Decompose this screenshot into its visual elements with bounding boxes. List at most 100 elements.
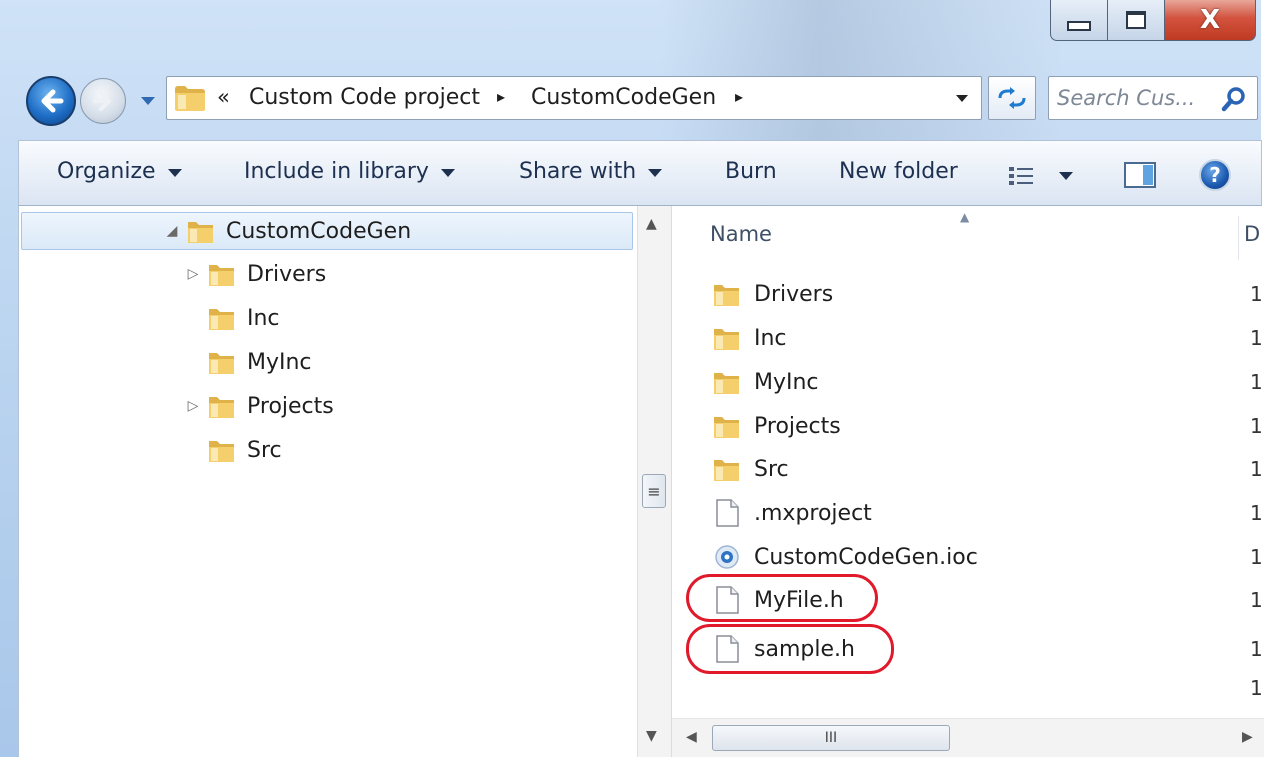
- tree-expanded-arrow-icon[interactable]: ◢: [162, 223, 182, 239]
- new-folder-button[interactable]: New folder: [839, 159, 958, 184]
- column-header-date[interactable]: D: [1244, 222, 1260, 246]
- file-item-myinc[interactable]: MyInc: [712, 362, 819, 402]
- back-arrow-icon: [41, 89, 64, 113]
- file-date: 1: [1250, 282, 1263, 306]
- breadcrumb-customcodegen[interactable]: CustomCodeGen: [531, 85, 716, 110]
- scrollbar-thumb[interactable]: ≡: [642, 474, 666, 508]
- tree-item-label: Inc: [247, 305, 280, 331]
- chevron-down-icon: [141, 97, 155, 105]
- file-date: 1: [1250, 676, 1263, 700]
- maximize-button[interactable]: [1108, 0, 1165, 41]
- scroll-left-arrow-icon[interactable]: ◀: [686, 729, 697, 745]
- refresh-button[interactable]: [988, 76, 1036, 120]
- file-date: 1: [1250, 501, 1263, 525]
- preview-pane-icon: [1124, 162, 1156, 188]
- minimize-button[interactable]: [1050, 0, 1108, 41]
- column-divider[interactable]: [1238, 216, 1239, 260]
- file-icon: [716, 499, 739, 527]
- folder-icon: [209, 441, 234, 462]
- file-date: 1: [1250, 545, 1263, 569]
- burn-button[interactable]: Burn: [725, 159, 777, 184]
- share-with-menu[interactable]: Share with: [519, 159, 663, 184]
- tree-item-projects[interactable]: ▷ Projects: [19, 386, 334, 426]
- file-date: 1: [1250, 414, 1263, 438]
- file-item-mxproject[interactable]: .mxproject: [712, 493, 872, 533]
- file-item-src[interactable]: Src: [712, 449, 789, 489]
- burn-label: Burn: [725, 159, 777, 184]
- file-item-customcodegen-ioc[interactable]: CustomCodeGen.ioc: [712, 537, 978, 577]
- recent-pages-button[interactable]: [138, 92, 158, 110]
- folder-icon: [175, 86, 205, 111]
- window-frame: X « Custom Code project ▸ CustomCodeGen …: [0, 0, 1275, 757]
- tree-item-src[interactable]: Src: [19, 430, 282, 470]
- tree-item-label: Projects: [247, 393, 334, 419]
- search-input[interactable]: [1057, 83, 1207, 113]
- file-list-horizontal-scrollbar[interactable]: ◀ III ▶: [672, 718, 1264, 757]
- view-details-icon: [1009, 167, 1033, 185]
- file-date: 1: [1250, 588, 1263, 612]
- tree-item-label: MyInc: [247, 349, 312, 375]
- include-in-library-menu[interactable]: Include in library: [244, 159, 455, 184]
- folder-icon: [714, 285, 739, 306]
- file-item-projects[interactable]: Projects: [712, 406, 841, 446]
- forward-button[interactable]: [80, 78, 126, 124]
- file-date: 1: [1250, 637, 1263, 661]
- file-item-drivers[interactable]: Drivers: [712, 274, 833, 314]
- breadcrumb-separator[interactable]: ▸: [735, 87, 743, 106]
- search-box[interactable]: [1048, 76, 1258, 120]
- tree-item-drivers[interactable]: ▷ Drivers: [19, 254, 327, 294]
- tree-item-label: Src: [247, 437, 282, 463]
- help-icon: ?: [1209, 163, 1221, 187]
- close-icon: X: [1199, 5, 1221, 35]
- file-name: Inc: [754, 325, 787, 351]
- file-list-pane[interactable]: Name ▲ D Drivers 1 Inc 1 MyInc 1 Project…: [671, 206, 1264, 757]
- scrollbar-thumb[interactable]: III: [712, 725, 950, 751]
- chevron-down-icon: [167, 168, 182, 177]
- address-overflow-chevrons[interactable]: «: [217, 85, 230, 109]
- organize-label: Organize: [57, 159, 156, 184]
- folder-icon: [188, 222, 213, 243]
- file-name: .mxproject: [754, 500, 872, 526]
- tree-item-inc[interactable]: Inc: [19, 298, 280, 338]
- chevron-down-icon: [956, 95, 968, 102]
- file-item-inc[interactable]: Inc: [712, 318, 787, 358]
- close-button[interactable]: X: [1165, 0, 1256, 41]
- file-name: Drivers: [754, 281, 834, 307]
- search-icon[interactable]: [1221, 85, 1249, 113]
- tree-item-customcodegen[interactable]: ◢ CustomCodeGen: [21, 212, 633, 250]
- folder-icon: [209, 397, 234, 418]
- address-bar[interactable]: « Custom Code project ▸ CustomCodeGen ▸: [166, 76, 982, 120]
- column-header: Name ▲ D: [672, 206, 1264, 260]
- navigation-pane[interactable]: ◢ CustomCodeGen ▷ Drivers Inc MyInc ▷ Pr…: [19, 206, 637, 757]
- help-button[interactable]: ?: [1199, 159, 1231, 191]
- grip-icon: III: [824, 730, 838, 746]
- organize-menu[interactable]: Organize: [57, 159, 182, 184]
- back-button[interactable]: [26, 76, 76, 126]
- navigation-pane-vertical-scrollbar[interactable]: ▲ ≡ ▼: [637, 206, 672, 757]
- scroll-down-arrow-icon[interactable]: ▼: [646, 728, 657, 744]
- scroll-up-arrow-icon[interactable]: ▲: [646, 216, 657, 232]
- file-name: CustomCodeGen.ioc: [754, 544, 978, 570]
- file-date: 1: [1250, 457, 1263, 481]
- tree-collapsed-arrow-icon[interactable]: ▷: [183, 398, 203, 414]
- column-header-name[interactable]: Name: [710, 222, 772, 246]
- folder-icon: [714, 329, 739, 350]
- forward-arrow-icon: [93, 91, 111, 111]
- include-in-library-label: Include in library: [244, 159, 429, 184]
- chevron-down-icon: [440, 168, 455, 177]
- highlight-ring-myfile-h: [686, 574, 878, 622]
- scroll-right-arrow-icon[interactable]: ▶: [1242, 729, 1253, 745]
- share-with-label: Share with: [519, 159, 637, 184]
- folder-icon: [714, 417, 739, 438]
- content-area: ◢ CustomCodeGen ▷ Drivers Inc MyInc ▷ Pr…: [18, 206, 1264, 757]
- tree-item-myinc[interactable]: MyInc: [19, 342, 312, 382]
- tree-collapsed-arrow-icon[interactable]: ▷: [183, 266, 203, 282]
- command-bar: Organize Include in library Share with B…: [18, 140, 1262, 206]
- chevron-down-icon: [648, 168, 663, 177]
- preview-pane-button[interactable]: [1123, 161, 1157, 189]
- tree-item-label: CustomCodeGen: [226, 218, 412, 244]
- breadcrumb-separator[interactable]: ▸: [497, 87, 505, 106]
- breadcrumb-custom-code-project[interactable]: Custom Code project: [249, 85, 480, 110]
- change-view-button[interactable]: [1007, 161, 1087, 191]
- address-history-dropdown[interactable]: [947, 83, 977, 113]
